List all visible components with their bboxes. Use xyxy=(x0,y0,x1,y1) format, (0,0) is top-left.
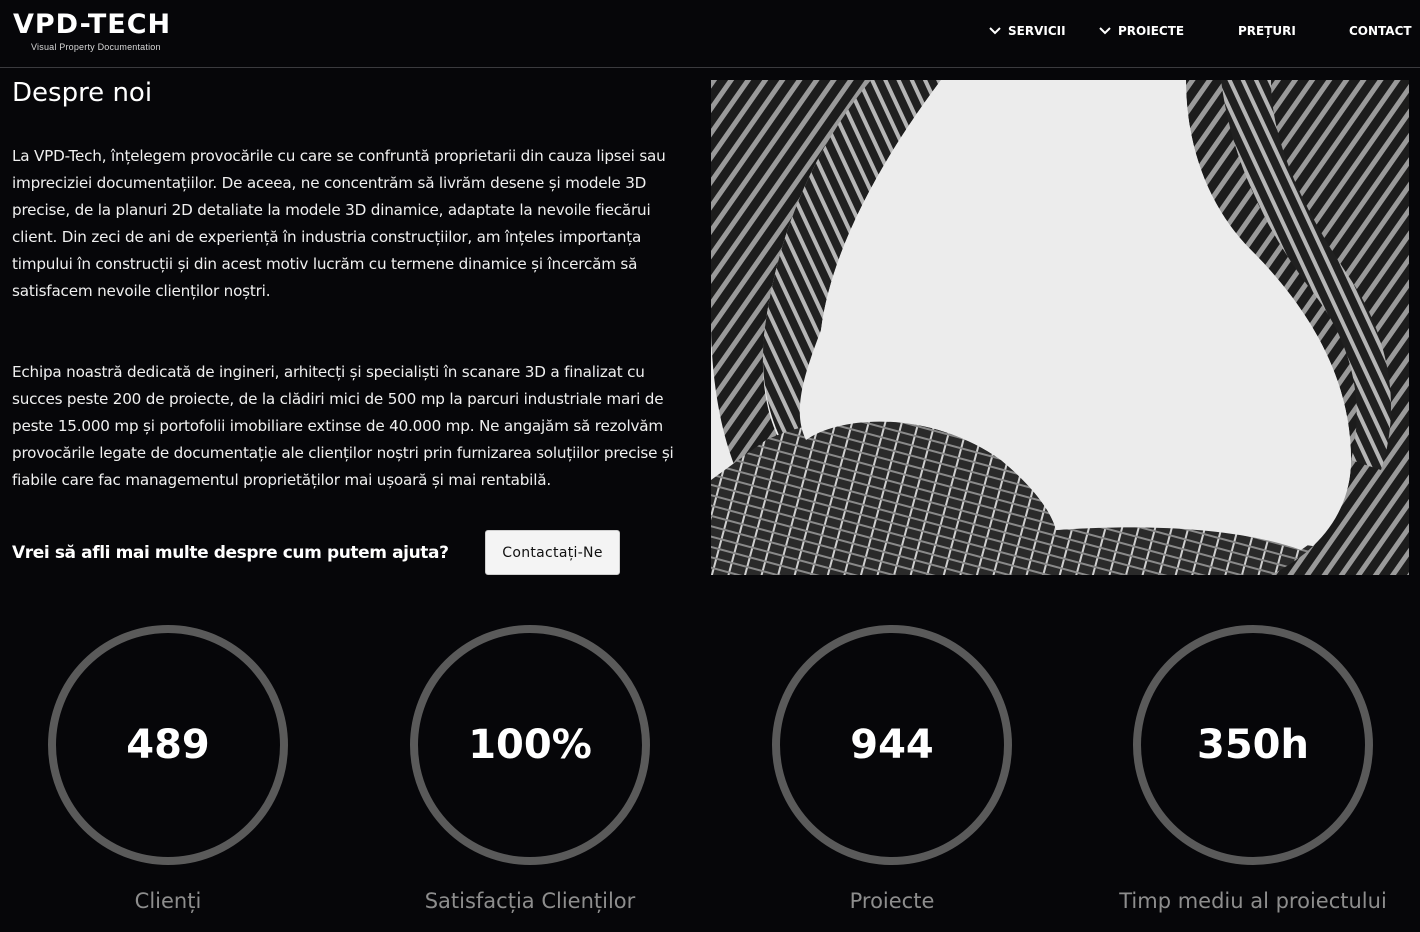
logo-tagline: Visual Property Documentation xyxy=(31,42,161,52)
nav-label: CONTACT xyxy=(1349,24,1412,38)
stat-value: 100% xyxy=(468,722,592,768)
stat-ring: 944 xyxy=(772,625,1012,865)
stat-value: 489 xyxy=(126,722,210,768)
about-paragraph-1: La VPD-Tech, înțelegem provocările cu ca… xyxy=(12,147,666,300)
stat-label: Satisfacția Clienților xyxy=(424,889,636,913)
stat-value: 944 xyxy=(850,722,934,768)
stat-clients: 489 Clienți xyxy=(18,625,318,925)
contact-button[interactable]: Contactați-Ne xyxy=(485,530,620,575)
nav-label: SERVICII xyxy=(1008,24,1066,38)
stat-avg-time: 350h Timp mediu al proiectului xyxy=(1103,625,1403,925)
chevron-down-icon xyxy=(989,27,1001,35)
stat-label: Clienți xyxy=(134,889,202,913)
nav-item-contact[interactable]: CONTACT xyxy=(1349,22,1412,40)
nav-item-proiecte[interactable]: PROIECTE xyxy=(1098,22,1184,40)
main-nav: SERVICII PROIECTE PREȚURI CONTACT xyxy=(0,22,1420,40)
chevron-down-icon xyxy=(1099,27,1111,35)
nav-item-servicii[interactable]: SERVICII xyxy=(988,22,1066,40)
stat-value: 350h xyxy=(1197,722,1309,768)
architecture-photo xyxy=(711,80,1409,575)
section-title: Despre noi xyxy=(12,78,153,108)
stat-label: Timp mediu al proiectului xyxy=(1119,889,1387,913)
nav-label: PREȚURI xyxy=(1238,24,1296,38)
stat-ring: 489 xyxy=(48,625,288,865)
nav-item-preturi[interactable]: PREȚURI xyxy=(1238,22,1296,40)
stat-label: Proiecte xyxy=(849,889,935,913)
stat-ring: 100% xyxy=(410,625,650,865)
stat-satisfaction: 100% Satisfacția Clienților xyxy=(380,625,680,925)
stat-projects: 944 Proiecte xyxy=(742,625,1042,925)
about-paragraph-2: Echipa noastră dedicată de ingineri, arh… xyxy=(12,363,674,489)
nav-label: PROIECTE xyxy=(1118,24,1185,38)
site-header: VPD-TECH Visual Property Documentation S… xyxy=(0,0,1420,68)
cta-text: Vrei să afli mai multe despre cum putem … xyxy=(12,543,449,563)
stat-ring: 350h xyxy=(1133,625,1373,865)
